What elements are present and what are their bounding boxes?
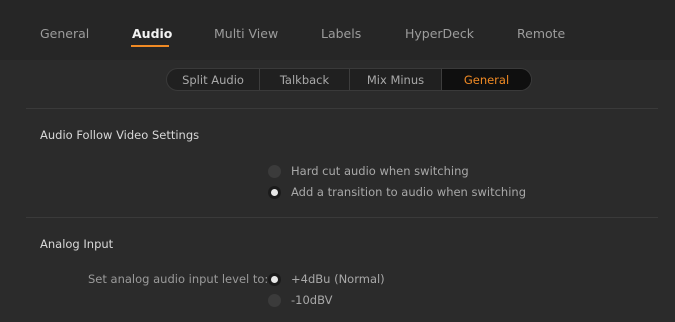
radio-hard-cut-audio[interactable]: Hard cut audio when switching <box>268 164 469 178</box>
active-tab-indicator <box>131 45 169 47</box>
analog-input-title: Analog Input <box>40 237 114 251</box>
radio-label: Add a transition to audio when switching <box>291 185 526 199</box>
subtab-talkback[interactable]: Talkback <box>260 69 350 90</box>
main-tabs: General Audio Multi View Labels HyperDec… <box>0 0 675 48</box>
tab-remote[interactable]: Remote <box>517 26 565 41</box>
analog-input-level-label: Set analog audio input level to: <box>88 272 269 286</box>
radio-label: +4dBu (Normal) <box>291 272 385 286</box>
radio-label: -10dBV <box>291 293 333 307</box>
top-bar: General Audio Multi View Labels HyperDec… <box>0 0 675 60</box>
audio-subtabs: Split Audio Talkback Mix Minus General <box>166 68 532 91</box>
radio-label: Hard cut audio when switching <box>291 164 469 178</box>
section-divider <box>26 217 658 218</box>
audio-follow-video-title: Audio Follow Video Settings <box>40 128 200 142</box>
radio-plus-4dbu[interactable]: +4dBu (Normal) <box>268 272 385 286</box>
radio-button-icon[interactable] <box>268 164 281 178</box>
subtab-general[interactable]: General <box>442 69 531 90</box>
radio-button-icon[interactable] <box>268 293 281 307</box>
radio-minus-10dbv[interactable]: -10dBV <box>268 293 333 307</box>
tab-general[interactable]: General <box>40 26 89 41</box>
tab-multi-view[interactable]: Multi View <box>214 26 278 41</box>
subtab-split-audio[interactable]: Split Audio <box>167 69 260 90</box>
tab-hyperdeck[interactable]: HyperDeck <box>405 26 474 41</box>
tab-audio[interactable]: Audio <box>132 26 172 41</box>
radio-button-selected-icon[interactable] <box>268 272 281 286</box>
subtab-mix-minus[interactable]: Mix Minus <box>350 69 442 90</box>
section-divider <box>26 108 658 109</box>
radio-add-transition-audio[interactable]: Add a transition to audio when switching <box>268 185 526 199</box>
radio-button-selected-icon[interactable] <box>268 185 281 199</box>
tab-labels[interactable]: Labels <box>321 26 361 41</box>
